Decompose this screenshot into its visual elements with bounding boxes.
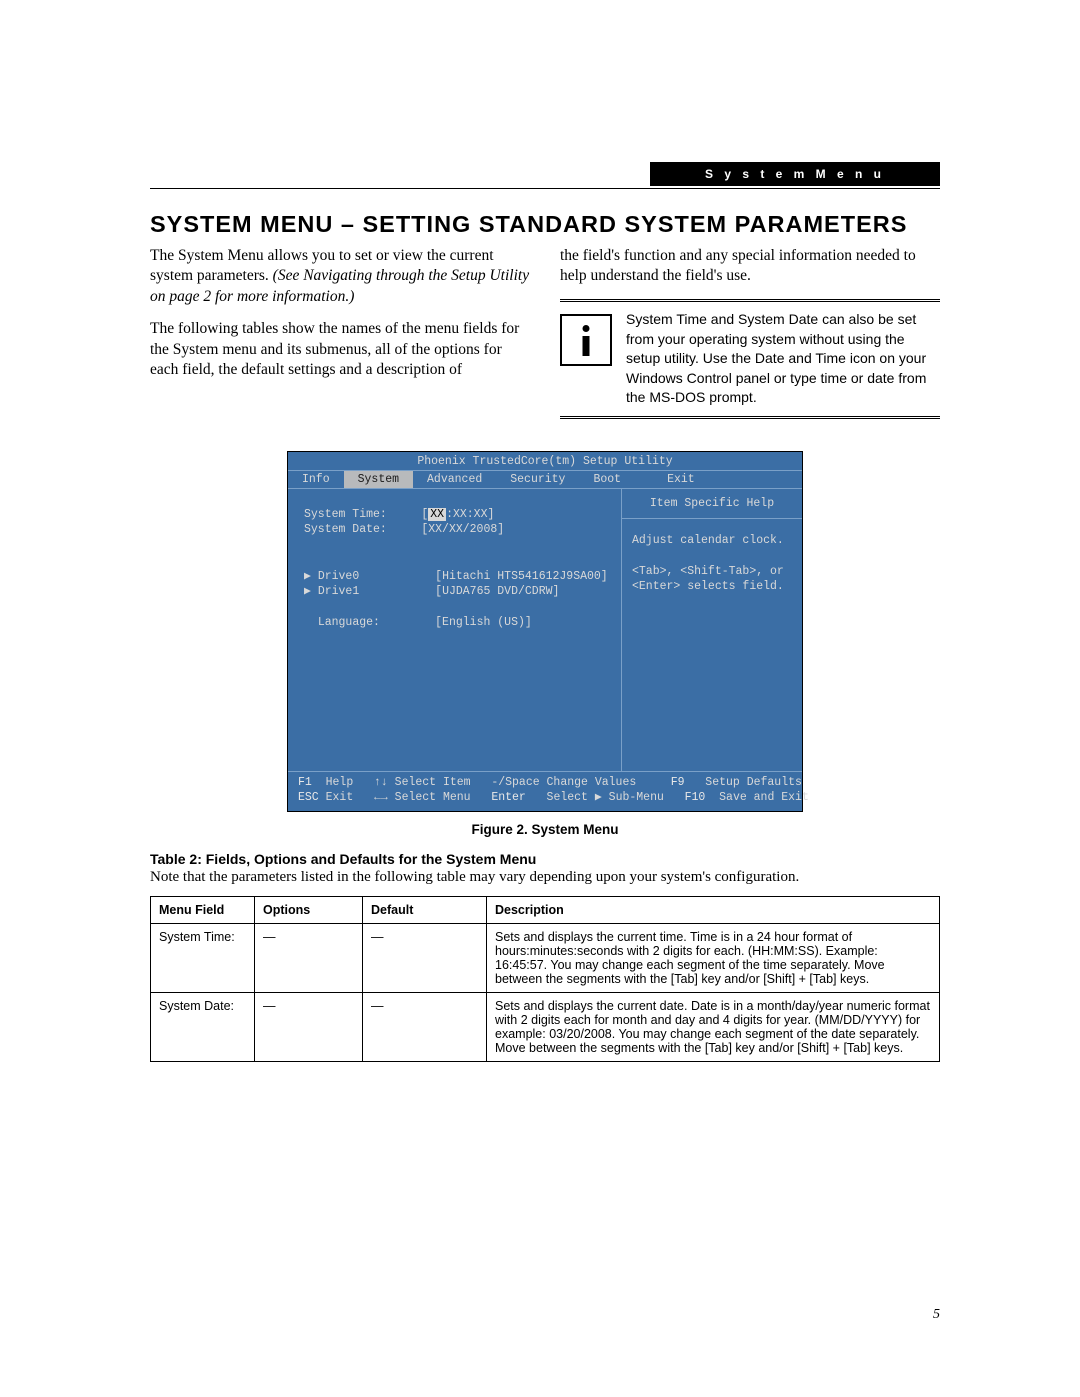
time-label: System Time: [304,508,387,521]
intro-paragraph-1: The System Menu allows you to set or vie… [150,246,530,307]
th-menu-field: Menu Field [151,896,255,923]
table-row: System Date: — — Sets and displays the c… [151,992,940,1061]
footer-save-exit: Save and Exit [719,791,809,804]
drive1-label: Drive1 [318,585,359,598]
key-esc: ESC [298,791,319,804]
cell-field: System Date: [151,992,255,1061]
key-space: -/Space [491,776,539,789]
note-rule-bottom [560,416,940,419]
table-note: Note that the parameters listed in the f… [150,869,940,886]
page-number: 5 [933,1307,940,1323]
footer-sub-menu: Select ▶ Sub-Menu [547,791,664,804]
key-f9: F9 [671,776,685,789]
drive0-label: Drive0 [318,570,359,583]
figure-caption: Figure 2. System Menu [150,822,940,837]
bios-tab-advanced[interactable]: Advanced [413,471,496,488]
footer-setup-defaults: Setup Defaults [705,776,802,789]
key-f10: F10 [685,791,706,804]
th-default: Default [363,896,487,923]
bios-footer: F1 Help ↑↓ Select Item -/Space Change Va… [288,771,802,811]
triangle-icon: ▶ [304,585,318,598]
bios-row-drive1[interactable]: ▶ Drive1 [UJDA765 DVD/CDRW] [304,584,611,600]
footer-help: Help [326,776,354,789]
help-line-3: <Enter> selects field. [632,579,792,595]
info-icon [560,314,612,366]
key-enter: Enter [491,791,526,804]
bios-tab-security[interactable]: Security [496,471,579,488]
bios-setup-window: Phoenix TrustedCore(tm) Setup Utility In… [287,451,803,812]
triangle-icon: ▶ [304,570,318,583]
language-value: [English (US)] [435,616,532,629]
cell-default: — [363,992,487,1061]
footer-select-menu: Select Menu [395,791,471,804]
top-rule [150,188,940,189]
cell-description: Sets and displays the current date. Date… [487,992,940,1061]
note-box: System Time and System Date can also be … [560,310,940,408]
bios-help-panel: Item Specific Help Adjust calendar clock… [622,489,802,771]
bios-row-time[interactable]: System Time: [XX:XX:XX] [304,507,611,523]
table-header-row: Menu Field Options Default Description [151,896,940,923]
cell-default: — [363,923,487,992]
bios-help-title: Item Specific Help [622,489,802,519]
section-header-bar: S y s t e m M e n u [650,162,940,186]
bios-help-body: Adjust calendar clock. <Tab>, <Shift-Tab… [622,519,802,609]
date-label: System Date: [304,523,387,536]
bios-tab-exit[interactable]: Exit [653,471,709,488]
drive1-value: [UJDA765 DVD/CDRW] [435,585,559,598]
page-heading: SYSTEM MENU – SETTING STANDARD SYSTEM PA… [150,211,940,238]
cell-field: System Time: [151,923,255,992]
footer-change-values: Change Values [547,776,637,789]
drive0-value: [Hitachi HTS541612J9SA00] [435,570,608,583]
note-rule-top [560,299,940,302]
arrows-updown-icon: ↑↓ [374,776,388,789]
bios-row-date[interactable]: System Date: [XX/XX/2008] [304,522,611,538]
help-line-1: Adjust calendar clock. [632,533,792,549]
arrows-leftright-icon: ←→ [374,791,388,804]
language-label: Language: [318,616,380,629]
time-rest: :XX:XX] [446,508,494,521]
fields-table: Menu Field Options Default Description S… [150,896,940,1062]
bios-row-drive0[interactable]: ▶ Drive0 [Hitachi HTS541612J9SA00] [304,569,611,585]
bios-title: Phoenix TrustedCore(tm) Setup Utility [288,452,802,470]
th-options: Options [255,896,363,923]
time-hours-selected[interactable]: XX [428,508,446,521]
key-f1: F1 [298,776,312,789]
intro-paragraph-right: the field's function and any special inf… [560,246,940,287]
note-text: System Time and System Date can also be … [626,310,940,408]
bios-tab-boot[interactable]: Boot [579,471,635,488]
footer-exit: Exit [326,791,354,804]
cell-options: — [255,992,363,1061]
cell-description: Sets and displays the current time. Time… [487,923,940,992]
footer-select-item: Select Item [395,776,471,789]
bios-tab-info[interactable]: Info [288,471,344,488]
bios-row-language[interactable]: Language: [English (US)] [304,615,611,631]
th-description: Description [487,896,940,923]
intro-paragraph-2: The following tables show the names of t… [150,319,530,380]
bios-tab-system[interactable]: System [344,471,413,488]
bios-left-panel: System Time: [XX:XX:XX] System Date: [XX… [288,489,622,771]
date-value: [XX/XX/2008] [421,523,504,536]
help-line-2: <Tab>, <Shift-Tab>, or [632,564,792,580]
table-row: System Time: — — Sets and displays the c… [151,923,940,992]
bios-tabs: Info System Advanced Security Boot Exit [288,470,802,489]
cell-options: — [255,923,363,992]
table-title: Table 2: Fields, Options and Defaults fo… [150,851,940,867]
